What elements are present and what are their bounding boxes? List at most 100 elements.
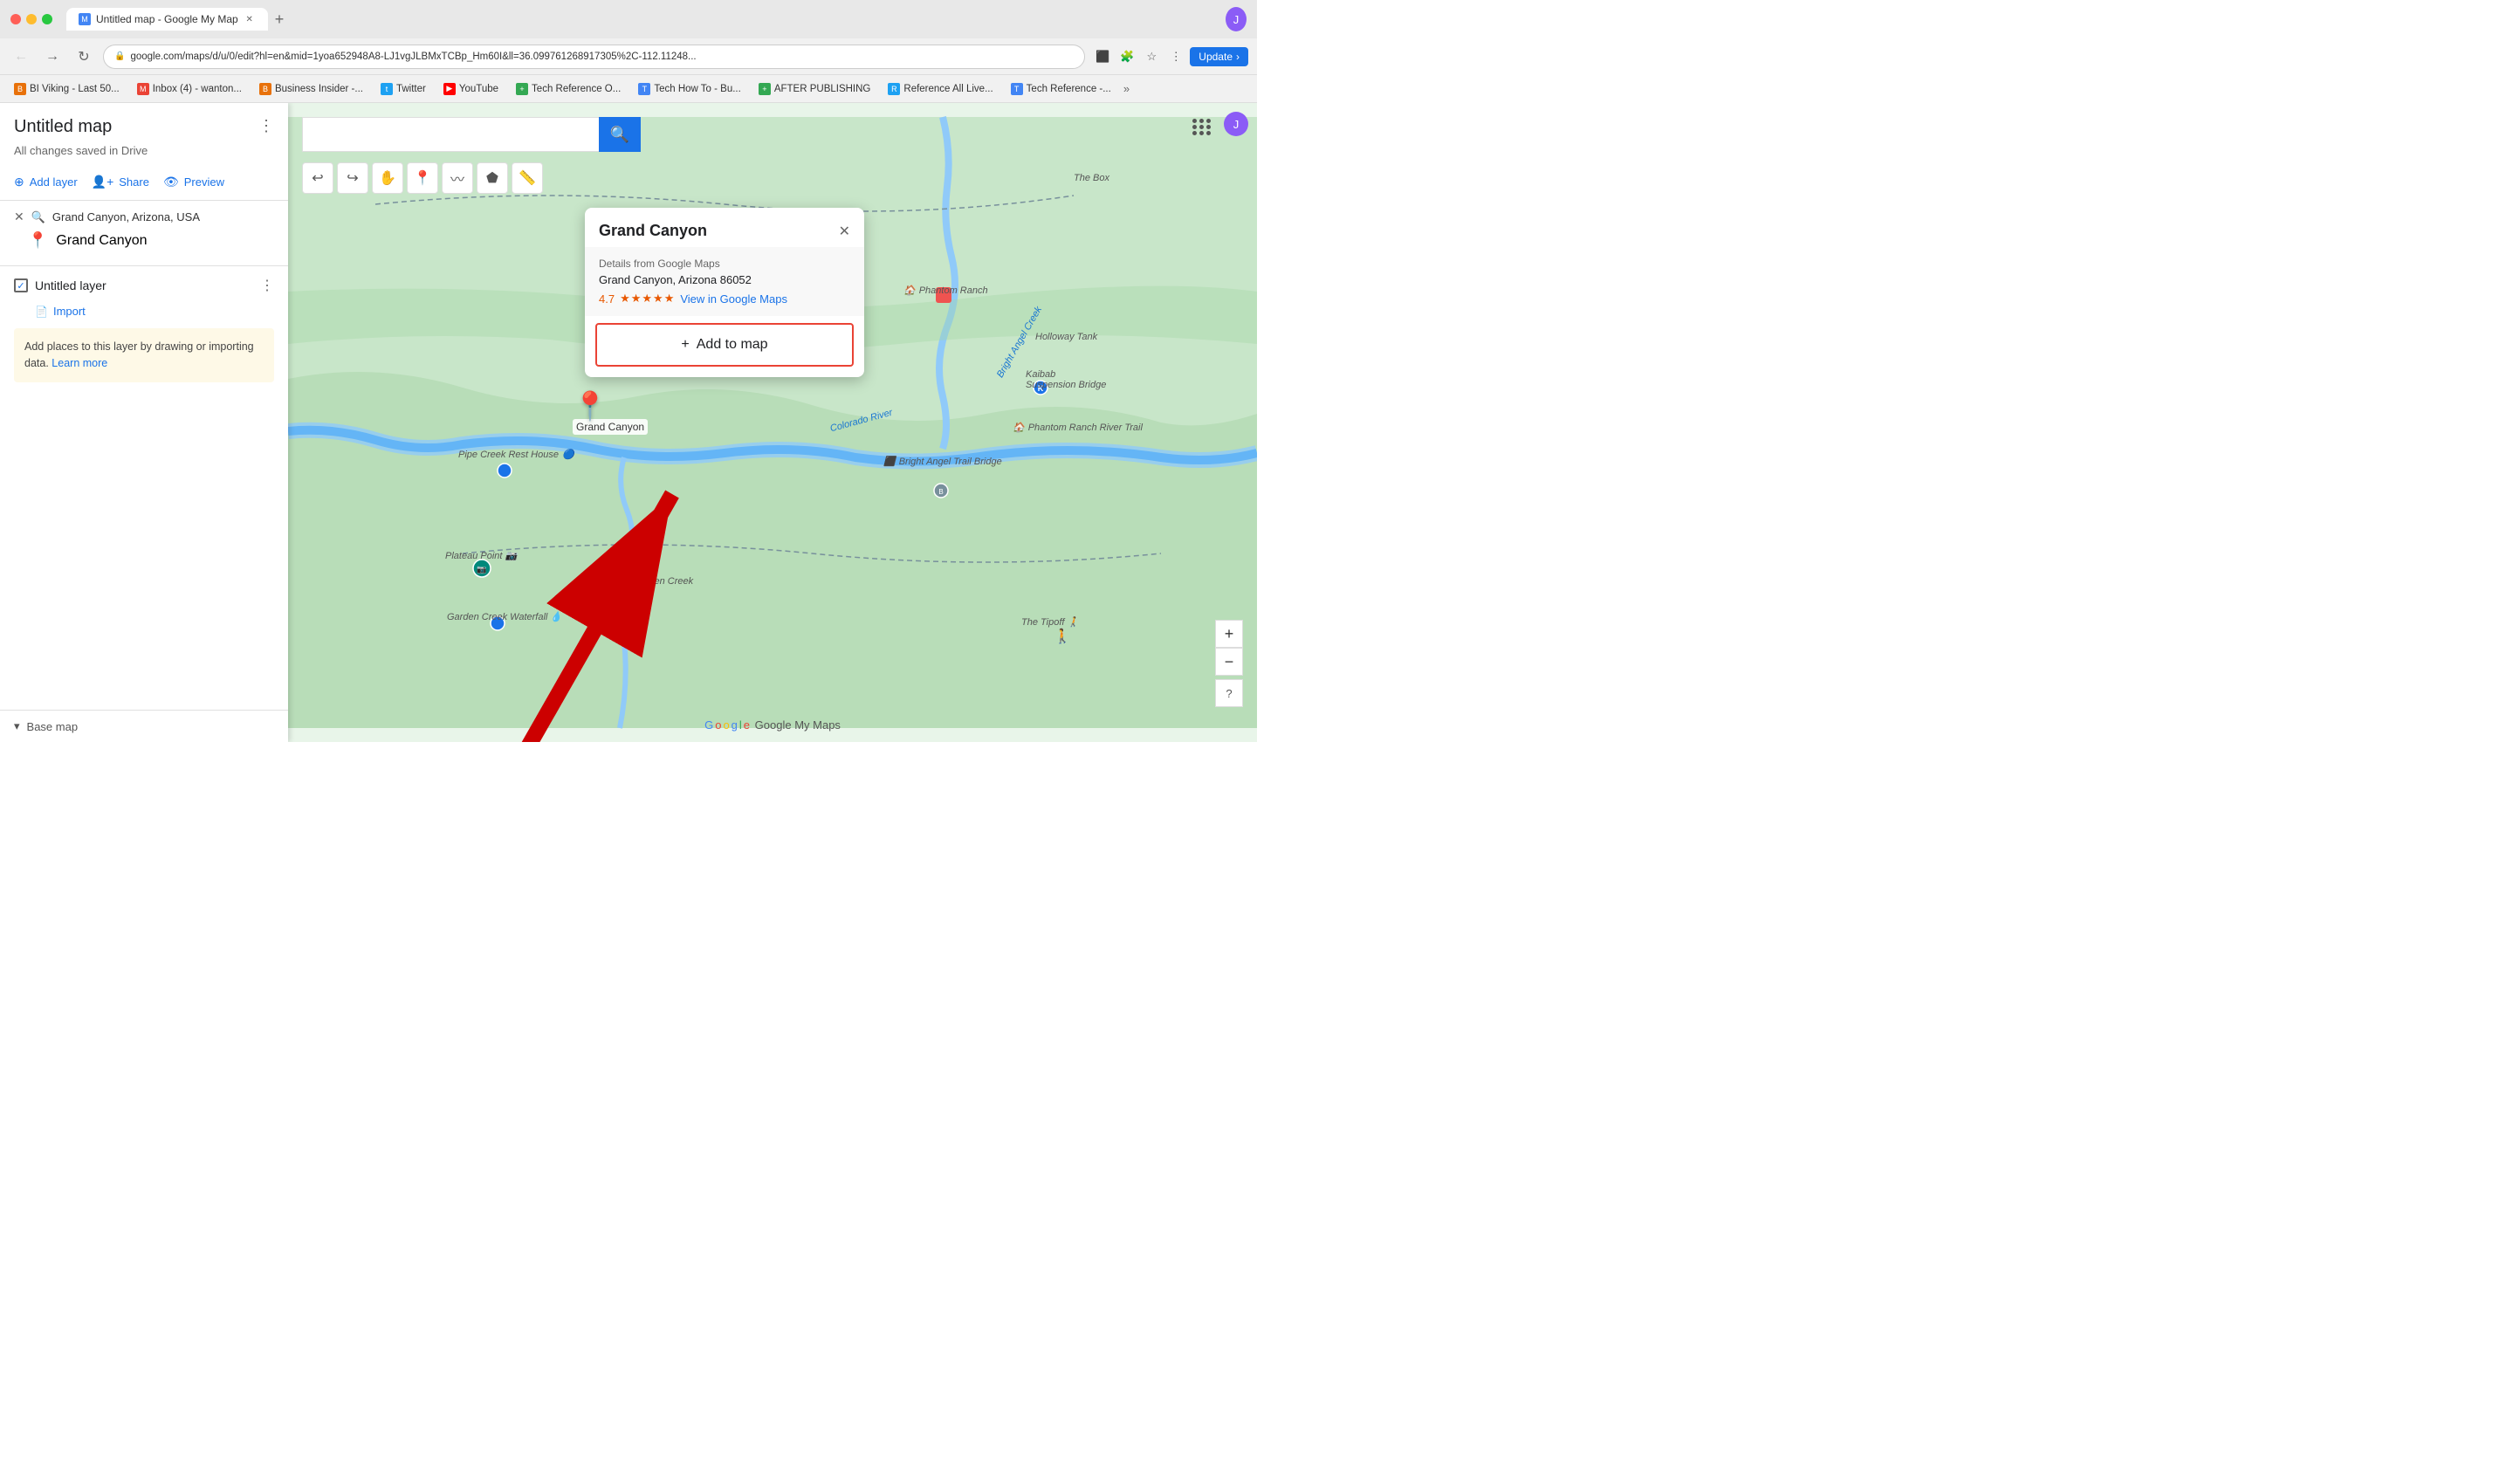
bookmark-bi-viking[interactable]: B BI Viking - Last 50... xyxy=(9,80,125,98)
search-result-item[interactable]: 📍 Grand Canyon xyxy=(14,224,274,257)
rating-number: 4.7 xyxy=(599,292,615,306)
layer-checkbox[interactable]: ✓ xyxy=(14,278,28,292)
bookmarks-overflow[interactable]: » xyxy=(1123,82,1130,95)
svg-text:🚶: 🚶 xyxy=(1054,628,1071,644)
learn-more-link[interactable]: Learn more xyxy=(52,357,107,369)
import-button[interactable]: 📄 Import xyxy=(14,301,274,321)
popup-header: Grand Canyon ✕ xyxy=(585,208,864,247)
bookmark-icon-ref: R xyxy=(888,83,900,95)
bookmark-after-pub[interactable]: + AFTER PUBLISHING xyxy=(753,80,876,98)
add-layer-label: Add layer xyxy=(30,175,78,189)
grand-canyon-pin[interactable]: 📍 Grand Canyon xyxy=(573,389,648,435)
bookmark-tech-ref[interactable]: + Tech Reference O... xyxy=(511,80,626,98)
update-arrow: › xyxy=(1236,51,1240,63)
active-tab[interactable]: M Untitled map - Google My Map ✕ xyxy=(66,8,268,31)
layer-header: ✓ Untitled layer ⋮ xyxy=(14,277,274,294)
forward-button[interactable]: → xyxy=(40,45,65,69)
apps-grid-button[interactable] xyxy=(1189,115,1215,139)
browser-frame: M Untitled map - Google My Map ✕ + J ← →… xyxy=(0,0,1257,742)
popup-close-button[interactable]: ✕ xyxy=(839,223,850,240)
map-avatar[interactable]: J xyxy=(1224,112,1248,136)
reload-button[interactable]: ↻ xyxy=(72,45,96,69)
import-icon: 📄 xyxy=(35,306,48,318)
tab-close-button[interactable]: ✕ xyxy=(244,13,256,25)
zoom-in-button[interactable]: + xyxy=(1215,620,1243,648)
undo-button[interactable]: ↩ xyxy=(302,162,333,194)
search-query-text: Grand Canyon, Arizona, USA xyxy=(52,210,200,223)
extensions-icon[interactable]: 🧩 xyxy=(1116,46,1137,67)
zoom-out-button[interactable]: − xyxy=(1215,648,1243,676)
tab-bar: M Untitled map - Google My Map ✕ + xyxy=(66,8,1219,31)
popup-address: Grand Canyon, Arizona 86052 xyxy=(599,273,850,286)
map-background: K 📷 🚶 B xyxy=(288,103,1257,742)
bookmark-label-youtube: YouTube xyxy=(459,84,498,94)
bookmark-youtube[interactable]: ▶ YouTube xyxy=(438,80,504,98)
shape-tool-button[interactable]: ⬟ xyxy=(477,162,508,194)
layer-menu-button[interactable]: ⋮ xyxy=(260,277,274,294)
maximize-traffic-light[interactable] xyxy=(42,14,52,24)
share-button[interactable]: 👤+ Share xyxy=(92,175,149,189)
zoom-help-button[interactable]: ? xyxy=(1215,679,1243,707)
star-icon[interactable]: ☆ xyxy=(1141,46,1162,67)
update-button[interactable]: Update › xyxy=(1190,47,1248,66)
ruler-tool-button[interactable]: 📏 xyxy=(512,162,543,194)
cast-icon[interactable]: ⬛ xyxy=(1092,46,1113,67)
base-map-button[interactable]: ▾ Base map xyxy=(14,719,274,733)
popup-rating: 4.7 ★★★★★ View in Google Maps xyxy=(599,292,850,306)
add-to-map-label: Add to map xyxy=(697,337,768,353)
bookmark-label-bi: BI Viking - Last 50... xyxy=(30,84,120,94)
sidebar: Untitled map ⋮ All changes saved in Driv… xyxy=(0,103,288,742)
svg-text:📷: 📷 xyxy=(477,565,486,574)
share-label: Share xyxy=(119,175,149,189)
svg-text:B: B xyxy=(938,488,943,496)
minimize-traffic-light[interactable] xyxy=(26,14,37,24)
more-options-icon[interactable]: ⋮ xyxy=(1165,46,1186,67)
line-tool-button[interactable]: 〰 xyxy=(442,162,473,194)
tab-favicon: M xyxy=(79,13,91,25)
search-section: ✕ 🔍 Grand Canyon, Arizona, USA 📍 Grand C… xyxy=(0,201,288,266)
address-bar[interactable]: 🔒 google.com/maps/d/u/0/edit?hl=en&mid=1… xyxy=(103,45,1085,69)
add-layer-button[interactable]: ⊕ Add layer xyxy=(14,175,78,189)
logo-e: e xyxy=(744,718,750,732)
bookmark-label-twitter: Twitter xyxy=(396,84,426,94)
back-button[interactable]: ← xyxy=(9,45,33,69)
chevron-down-icon: ▾ xyxy=(14,719,20,733)
bookmark-label-tech: Tech Reference O... xyxy=(532,84,621,94)
map-search-input[interactable] xyxy=(302,117,599,152)
profile-icon[interactable]: J xyxy=(1226,9,1247,30)
bookmark-business-insider[interactable]: B Business Insider -... xyxy=(254,80,368,98)
add-to-map-button[interactable]: + Add to map xyxy=(595,323,854,367)
google-my-maps-logo: G o o g l e Google My Maps xyxy=(704,718,841,732)
bookmark-ref-all[interactable]: R Reference All Live... xyxy=(883,80,998,98)
bookmark-twitter[interactable]: t Twitter xyxy=(375,80,431,98)
bookmark-inbox[interactable]: M Inbox (4) - wanton... xyxy=(132,80,247,98)
bookmark-tech-ref2[interactable]: T Tech Reference -... xyxy=(1006,80,1116,98)
search-clear-button[interactable]: ✕ xyxy=(14,210,24,224)
bookmark-icon-inbox: M xyxy=(137,83,149,95)
hand-tool-button[interactable]: ✋ xyxy=(372,162,403,194)
nav-bar: ← → ↻ 🔒 google.com/maps/d/u/0/edit?hl=en… xyxy=(0,38,1257,75)
tab-title: Untitled map - Google My Map xyxy=(96,13,238,25)
bookmark-label-ref: Reference All Live... xyxy=(903,84,993,94)
redo-button[interactable]: ↪ xyxy=(337,162,368,194)
popup-details: Details from Google Maps Grand Canyon, A… xyxy=(585,247,864,316)
layer-section: ✓ Untitled layer ⋮ 📄 Import Add places t… xyxy=(0,266,288,710)
preview-button[interactable]: 👁 Preview xyxy=(163,175,224,189)
title-bar: M Untitled map - Google My Map ✕ + J xyxy=(0,0,1257,38)
close-traffic-light[interactable] xyxy=(10,14,21,24)
preview-icon: 👁 xyxy=(163,175,179,189)
search-row: ✕ 🔍 Grand Canyon, Arizona, USA xyxy=(14,210,274,224)
sidebar-menu-button[interactable]: ⋮ xyxy=(258,117,274,135)
marker-tool-button[interactable]: 📍 xyxy=(407,162,438,194)
sidebar-actions: ⊕ Add layer 👤+ Share 👁 Preview xyxy=(0,168,288,201)
map-search-button[interactable]: 🔍 xyxy=(599,117,641,152)
view-in-maps-link[interactable]: View in Google Maps xyxy=(680,292,787,306)
search-icon-sm: 🔍 xyxy=(31,210,45,224)
map-area[interactable]: K 📷 🚶 B The Box 🏠 Phantom Ranc xyxy=(288,103,1257,742)
bookmark-label-pub: AFTER PUBLISHING xyxy=(774,84,871,94)
bookmark-tech-how[interactable]: T Tech How To - Bu... xyxy=(633,80,746,98)
new-tab-button[interactable]: + xyxy=(268,10,292,29)
map-toolbar: ↩ ↪ ✋ 📍 〰 ⬟ 📏 xyxy=(302,162,543,194)
logo-o2: o xyxy=(723,718,729,732)
bookmark-label-tech2: Tech Reference -... xyxy=(1027,84,1111,94)
